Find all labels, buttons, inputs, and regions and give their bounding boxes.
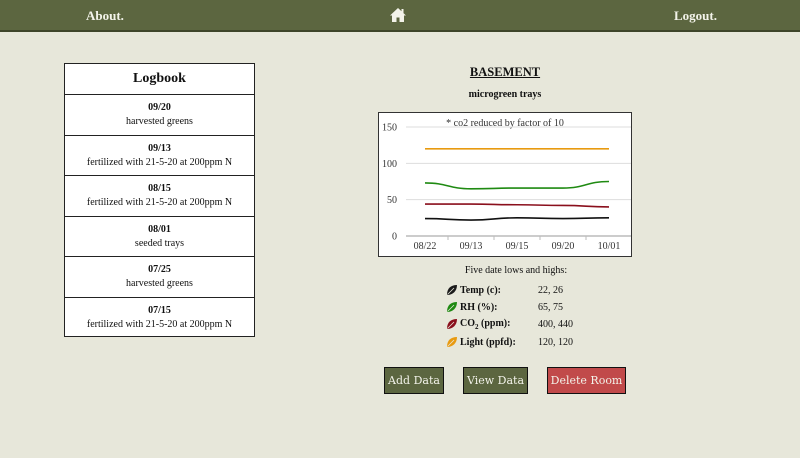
log-entry-date: 09/13 <box>148 142 171 154</box>
summary-value: 22, 26 <box>538 284 563 296</box>
summary-row-light: Light (ppfd): 120, 120 <box>446 335 573 349</box>
about-link[interactable]: About. <box>86 8 124 24</box>
log-entry[interactable]: 09/20 harvested greens <box>65 95 254 136</box>
log-entry-text: fertilized with 21-5-20 at 200ppm N <box>86 156 233 168</box>
x-tick-label: 08/22 <box>414 241 437 252</box>
logout-link[interactable]: Logout. <box>674 8 717 24</box>
log-entry[interactable]: 09/13 fertilized with 21-5-20 at 200ppm … <box>65 136 254 176</box>
leaf-icon <box>447 302 457 312</box>
x-tick-label: 09/13 <box>460 241 483 252</box>
log-entry[interactable]: 08/15 fertilized with 21-5-20 at 200ppm … <box>65 176 254 217</box>
log-entry[interactable]: 08/01 seeded trays <box>65 217 254 257</box>
summary-value: 400, 440 <box>538 318 573 330</box>
log-entry-date: 07/15 <box>148 304 171 316</box>
log-entry-text: seeded trays <box>134 237 185 249</box>
summary-label: Light (ppfd): <box>460 336 516 348</box>
view-data-button[interactable]: View Data <box>463 367 528 394</box>
x-tick-label: 09/15 <box>506 241 529 252</box>
log-entry-text: harvested greens <box>126 116 193 127</box>
summary-heading: Five date lows and highs: <box>464 265 568 276</box>
log-entry-text: fertilized with 21-5-20 at 200ppm N <box>86 318 233 330</box>
series-line <box>425 203 610 208</box>
logbook-title: Logbook <box>65 64 254 95</box>
y-tick-label: 150 <box>382 123 397 134</box>
room-title: BASEMENT <box>469 65 541 79</box>
log-entry-text: harvested greens <box>126 278 193 289</box>
summary-label: Temp (c): <box>460 284 502 296</box>
environment-chart: * co2 reduced by factor of 10 0 50 100 150 08… <box>378 112 632 257</box>
log-entry-date: 09/20 <box>148 102 171 113</box>
home-icon[interactable] <box>389 7 407 23</box>
logbook-panel: Logbook 09/20 harvested greens 09/13 fer… <box>64 63 255 337</box>
leaf-icon <box>447 337 457 347</box>
summary-row-temp: Temp (c): 22, 26 <box>446 283 563 297</box>
log-entry-date: 08/15 <box>148 183 171 194</box>
co2-label-unit: (ppm): <box>478 317 511 329</box>
summary-value: 65, 75 <box>538 301 563 313</box>
top-nav-bar: About. Logout. <box>0 0 800 32</box>
log-entry[interactable]: 07/15 fertilized with 21-5-20 at 200ppm … <box>65 298 254 339</box>
leaf-icon <box>447 285 457 295</box>
summary-label: RH (%): <box>460 301 498 313</box>
co2-label-main: CO <box>460 317 475 329</box>
series-line <box>424 217 610 221</box>
y-tick-label: 50 <box>387 195 397 206</box>
chart-canvas: * co2 reduced by factor of 1005010015008… <box>382 118 631 252</box>
x-tick-label: 10/01 <box>598 241 621 252</box>
add-data-button[interactable]: Add Data <box>384 367 444 394</box>
leaf-icon <box>447 319 457 329</box>
summary-label: CO2 (ppm): <box>460 318 524 331</box>
y-tick-label: 0 <box>392 232 397 243</box>
summary-row-co2: CO2 (ppm): 400, 440 <box>446 317 573 331</box>
delete-room-button[interactable]: Delete Room <box>547 367 626 394</box>
y-tick-label: 100 <box>382 159 397 170</box>
summary-value: 120, 120 <box>538 336 573 348</box>
log-entry-date: 07/25 <box>148 264 171 275</box>
summary-row-rh: RH (%): 65, 75 <box>446 300 563 314</box>
log-entry[interactable]: 07/25 harvested greens <box>65 257 254 298</box>
series-line <box>424 180 610 190</box>
room-subtitle: microgreen trays <box>468 89 542 100</box>
x-tick-label: 09/20 <box>552 241 575 252</box>
log-entry-text: fertilized with 21-5-20 at 200ppm N <box>86 197 233 208</box>
log-entry-date: 08/01 <box>148 223 171 235</box>
